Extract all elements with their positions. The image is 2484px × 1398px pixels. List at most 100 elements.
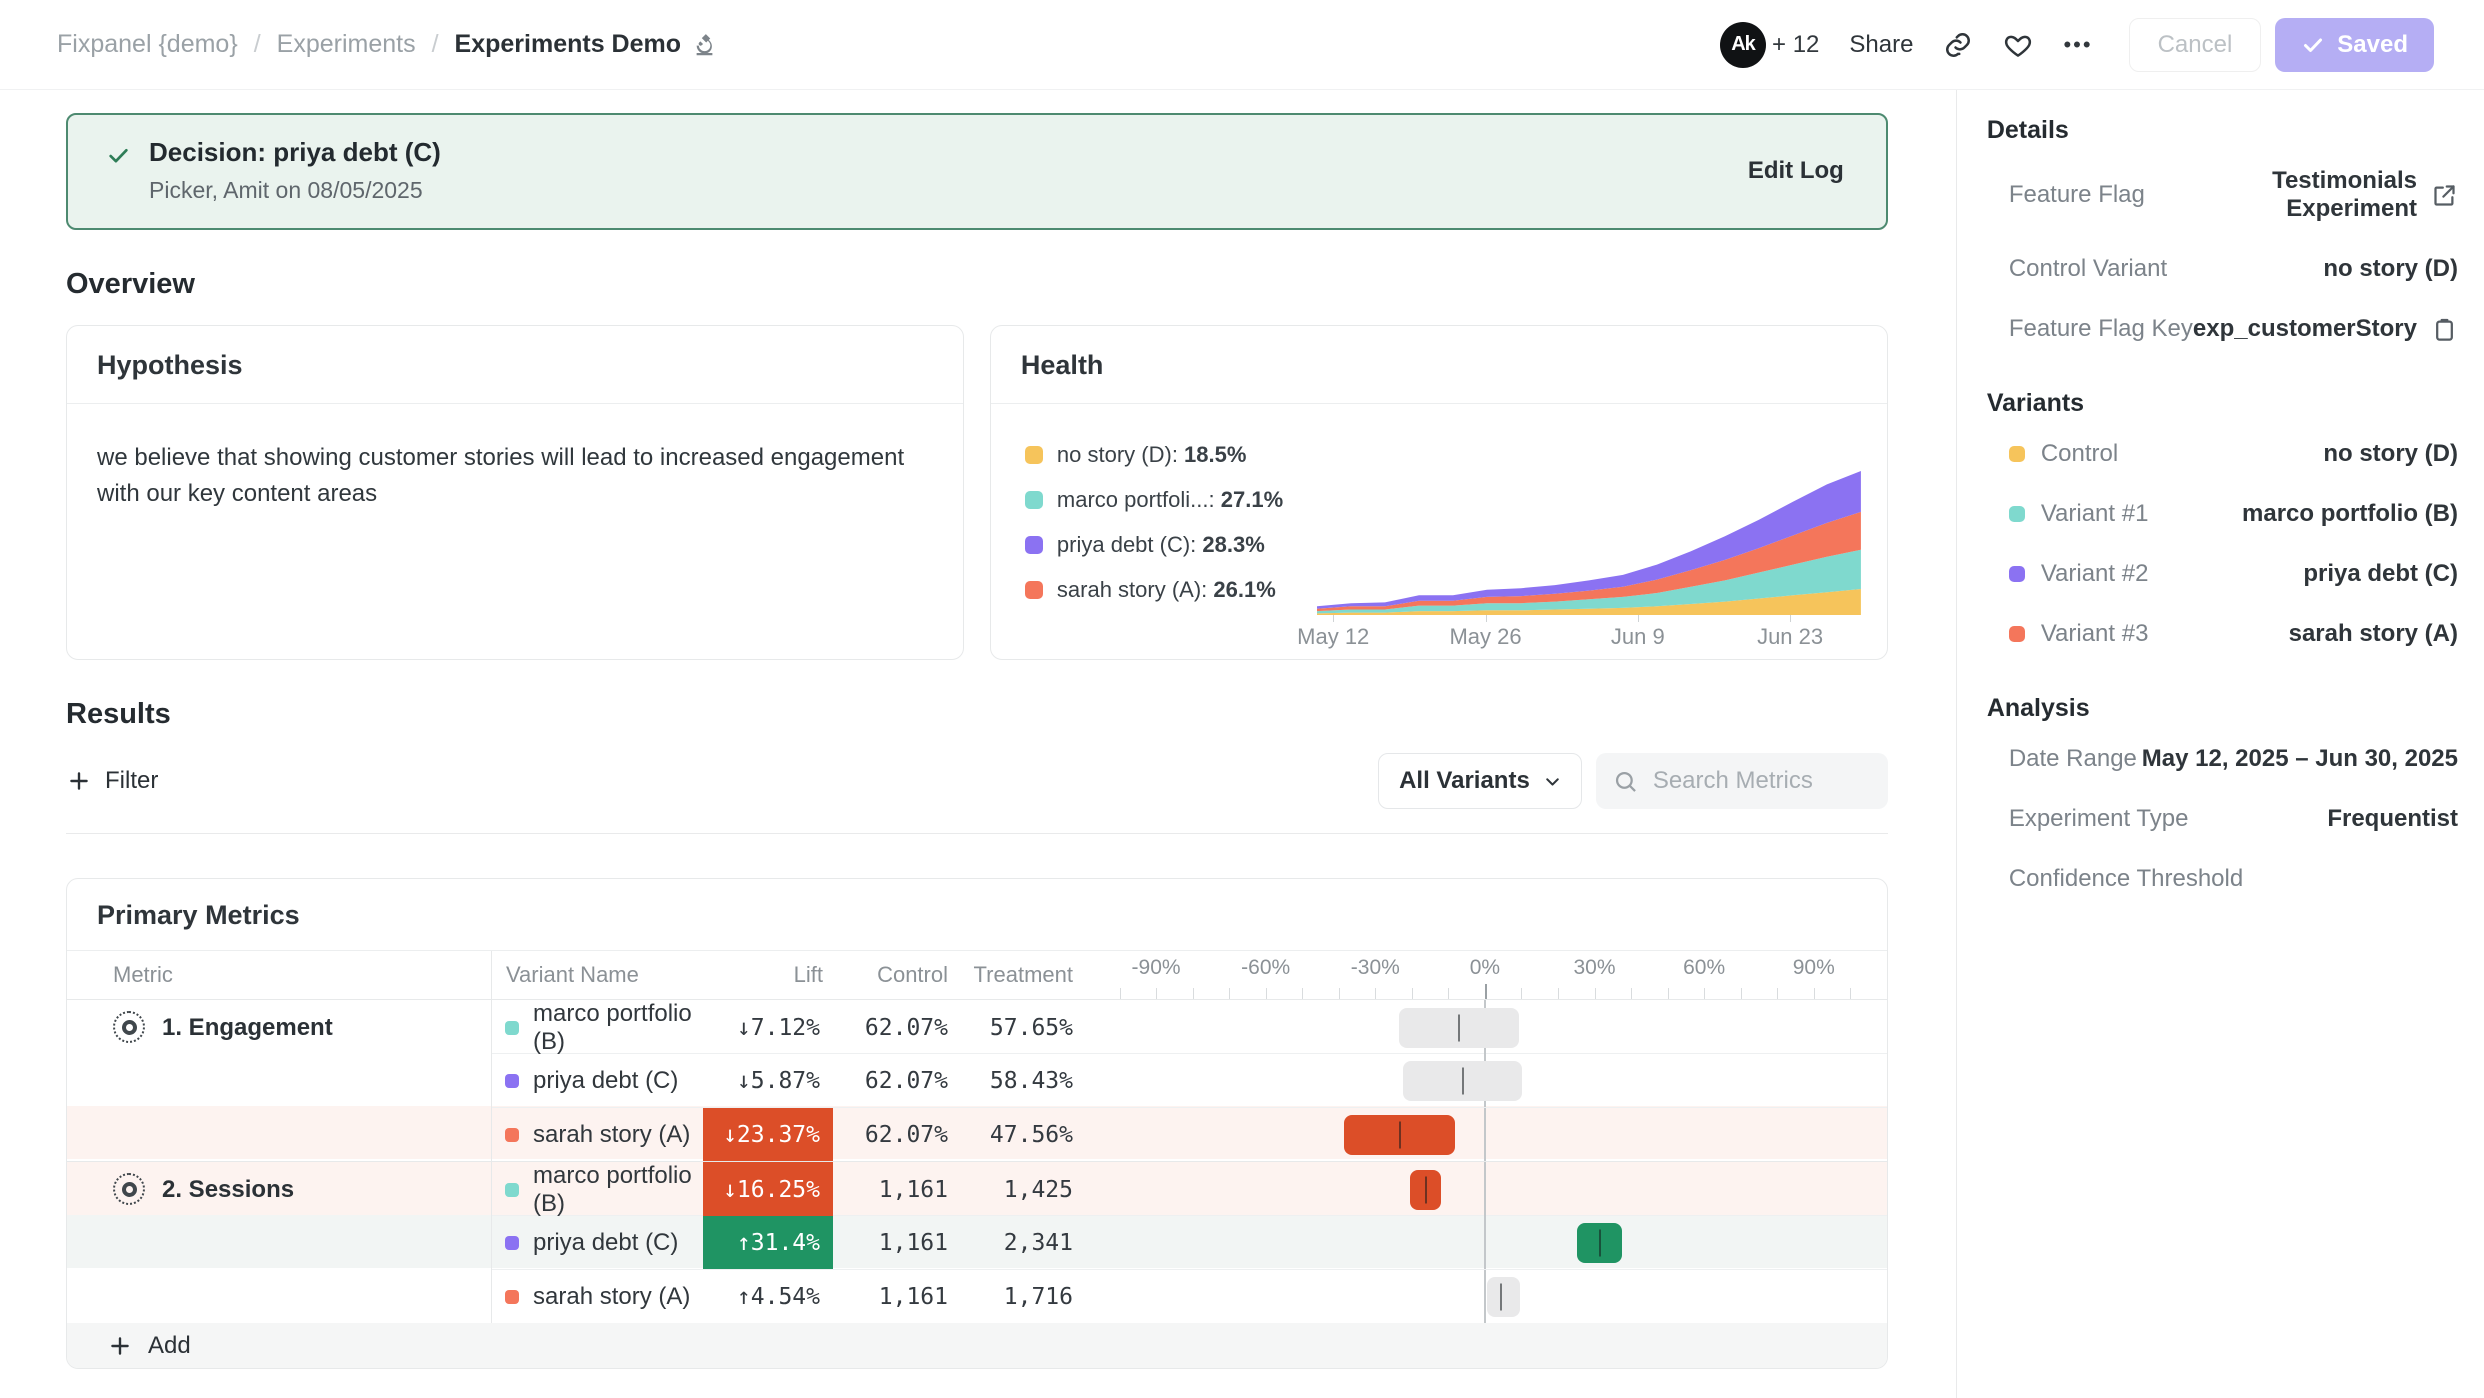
- results-divider: [66, 833, 1888, 834]
- breadcrumb-separator: /: [254, 30, 261, 59]
- control-cell: 62.07%: [833, 1054, 958, 1107]
- details-sidebar: Details Feature Flag Testimonials Experi…: [1956, 90, 2484, 1398]
- breadcrumb: Fixpanel {demo} / Experiments / Experime…: [57, 30, 718, 59]
- lift-value: ↓16.25%: [723, 1177, 820, 1203]
- variant-swatch: [505, 1183, 519, 1197]
- health-chart: May 12May 26Jun 9Jun 23: [1317, 404, 1861, 659]
- axis-minor-tick: [1741, 988, 1742, 999]
- page-title: Experiments Demo: [455, 30, 681, 59]
- table-row[interactable]: sarah story (A)↓23.37%62.07%47.56%: [492, 1107, 1887, 1161]
- axis-minor-tick: [1375, 988, 1376, 999]
- table-row[interactable]: marco portfolio (B)↓7.12%62.07%57.65%: [492, 1000, 1887, 1053]
- axis-minor-tick: [1302, 988, 1303, 999]
- main-panel: Decision: priya debt (C) Picker, Amit on…: [0, 90, 1956, 1398]
- confidence-interval-cell: [1083, 1216, 1887, 1269]
- axis-minor-tick: [1704, 988, 1705, 999]
- x-axis-label: Jun 23: [1757, 624, 1823, 650]
- health-chart-svg: [1317, 465, 1861, 615]
- control-cell: 1,161: [833, 1162, 958, 1218]
- cancel-button[interactable]: Cancel: [2129, 18, 2262, 72]
- health-card: Health no story (D): 18.5% marco portfoli…: [990, 325, 1888, 660]
- x-axis-tick: [1638, 615, 1639, 622]
- share-button[interactable]: Share: [1849, 31, 1913, 59]
- saved-button[interactable]: Saved: [2275, 18, 2434, 72]
- table-row[interactable]: sarah story (A)↑4.54%1,1611,716: [492, 1269, 1887, 1323]
- variant-swatch: [505, 1128, 519, 1142]
- variant-label: Variant #2: [2041, 560, 2149, 588]
- metric-name: 2. Sessions: [162, 1176, 294, 1204]
- metric-variant-rows: marco portfolio (B)↓7.12%62.07%57.65%pri…: [491, 1000, 1887, 1161]
- health-card-title: Health: [991, 326, 1887, 404]
- detail-value[interactable]: Testimonials Experiment: [2145, 167, 2417, 223]
- legend-swatch: [1025, 581, 1043, 599]
- variant-name-cell: marco portfolio (B): [492, 1162, 703, 1218]
- control-cell: 1,161: [833, 1216, 958, 1269]
- add-metric-button[interactable]: Add: [67, 1323, 1887, 1368]
- legend-item[interactable]: no story (D): 18.5%: [1025, 442, 1317, 468]
- variant-swatch: [505, 1290, 519, 1304]
- variant-value: priya debt (C): [2303, 560, 2458, 588]
- axis-minor-tick: [1777, 988, 1778, 999]
- table-row[interactable]: marco portfolio (B)↓16.25%1,1611,425: [492, 1162, 1887, 1215]
- avatar[interactable]: Ak: [1720, 22, 1766, 68]
- lift-marker: [1462, 1067, 1464, 1094]
- axis-minor-tick: [1193, 988, 1194, 999]
- clipboard-copy-icon[interactable]: [2431, 316, 2458, 343]
- breadcrumb-experiments[interactable]: Experiments: [277, 30, 416, 59]
- variant-name: marco portfolio (B): [533, 1162, 703, 1218]
- sidebar-variants-rows: Controlno story (D)Variant #1marco portf…: [1987, 424, 2458, 664]
- results-heading: Results: [66, 698, 1888, 731]
- confidence-interval-cell: [1083, 1162, 1887, 1218]
- lift-value: ↓5.87%: [737, 1068, 820, 1094]
- treatment-cell: 58.43%: [958, 1054, 1083, 1107]
- hypothesis-card-title: Hypothesis: [67, 326, 963, 404]
- metric-cell[interactable]: 2. Sessions: [67, 1162, 491, 1323]
- metric-cell[interactable]: 1. Engagement: [67, 1000, 491, 1161]
- x-axis-tick: [1790, 615, 1791, 622]
- external-link-icon[interactable]: [2431, 182, 2458, 209]
- axis-minor-tick: [1120, 988, 1121, 999]
- variant-name-cell: priya debt (C): [492, 1054, 703, 1107]
- variant-label: Variant #3: [2041, 620, 2149, 648]
- primary-metrics-table-body: 1. Engagementmarco portfolio (B)↓7.12%62…: [67, 999, 1887, 1323]
- search-input[interactable]: [1651, 766, 1872, 796]
- x-axis-tick: [1333, 615, 1334, 622]
- lift-cell: ↑31.4%: [703, 1216, 833, 1269]
- axis-minor-tick: [1631, 988, 1632, 999]
- analysis-value: May 12, 2025 – Jun 30, 2025: [2142, 745, 2458, 773]
- breadcrumb-project[interactable]: Fixpanel {demo}: [57, 30, 238, 59]
- filter-label: Filter: [105, 767, 158, 795]
- edit-log-button[interactable]: Edit Log: [1748, 157, 1844, 185]
- metric-target-icon: [113, 1173, 145, 1205]
- variant-name-cell: marco portfolio (B): [492, 1000, 703, 1056]
- confidence-interval-cell: [1083, 1270, 1887, 1323]
- copy-link-icon[interactable]: [1943, 30, 1973, 60]
- lift-marker: [1500, 1283, 1502, 1310]
- axis-minor-tick: [1448, 988, 1449, 999]
- analysis-label: Confidence Threshold: [2009, 865, 2243, 893]
- axis-minor-tick: [1229, 988, 1230, 999]
- column-header-lift: Lift: [703, 951, 833, 999]
- metrics-search-field[interactable]: [1596, 753, 1888, 809]
- table-row[interactable]: priya debt (C) ↓5.87% 62.07%58.43%: [492, 1053, 1887, 1107]
- add-filter-button[interactable]: Filter: [66, 767, 158, 795]
- more-options-button[interactable]: •••: [2063, 32, 2092, 58]
- legend-item[interactable]: marco portfoli...: 27.1%: [1025, 487, 1317, 513]
- detail-row-feature-flag-key: Feature Flag Key exp_customerStory: [1987, 299, 2458, 359]
- control-cell: 62.07%: [833, 1000, 958, 1056]
- legend-label: sarah story (A): 26.1%: [1057, 577, 1276, 603]
- variant-row: Variant #3sarah story (A): [1987, 604, 2458, 664]
- table-row[interactable]: priya debt (C)↑31.4%1,1612,341: [492, 1215, 1887, 1269]
- axis-minor-tick: [1156, 988, 1157, 999]
- collaborators-count[interactable]: + 12: [1772, 31, 1819, 59]
- lift-marker: [1399, 1121, 1401, 1148]
- favorite-heart-icon[interactable]: [2003, 30, 2033, 60]
- legend-item[interactable]: sarah story (A): 26.1%: [1025, 577, 1317, 603]
- variant-filter-dropdown[interactable]: All Variants: [1378, 753, 1582, 809]
- details-heading: Details: [1987, 116, 2458, 145]
- legend-swatch: [1025, 446, 1043, 464]
- legend-item[interactable]: priya debt (C): 28.3%: [1025, 532, 1317, 558]
- axis-label: 0%: [1470, 956, 1500, 980]
- lift-value: ↓7.12%: [737, 1015, 820, 1041]
- variant-name: sarah story (A): [533, 1283, 690, 1311]
